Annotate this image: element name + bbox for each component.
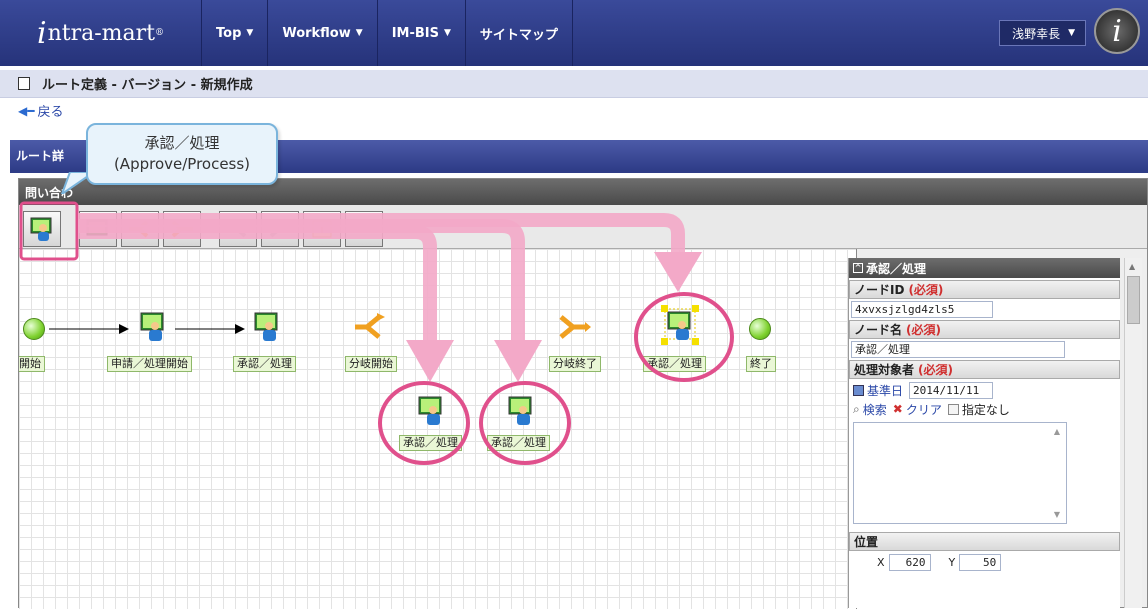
callout-subtitle: (Approve/Process) (113, 155, 251, 173)
callout-title: 承認／処理 (144, 134, 220, 152)
annotation-overlay (19, 201, 734, 465)
approve-process-callout: 承認／処理 (Approve/Process) (86, 123, 278, 185)
